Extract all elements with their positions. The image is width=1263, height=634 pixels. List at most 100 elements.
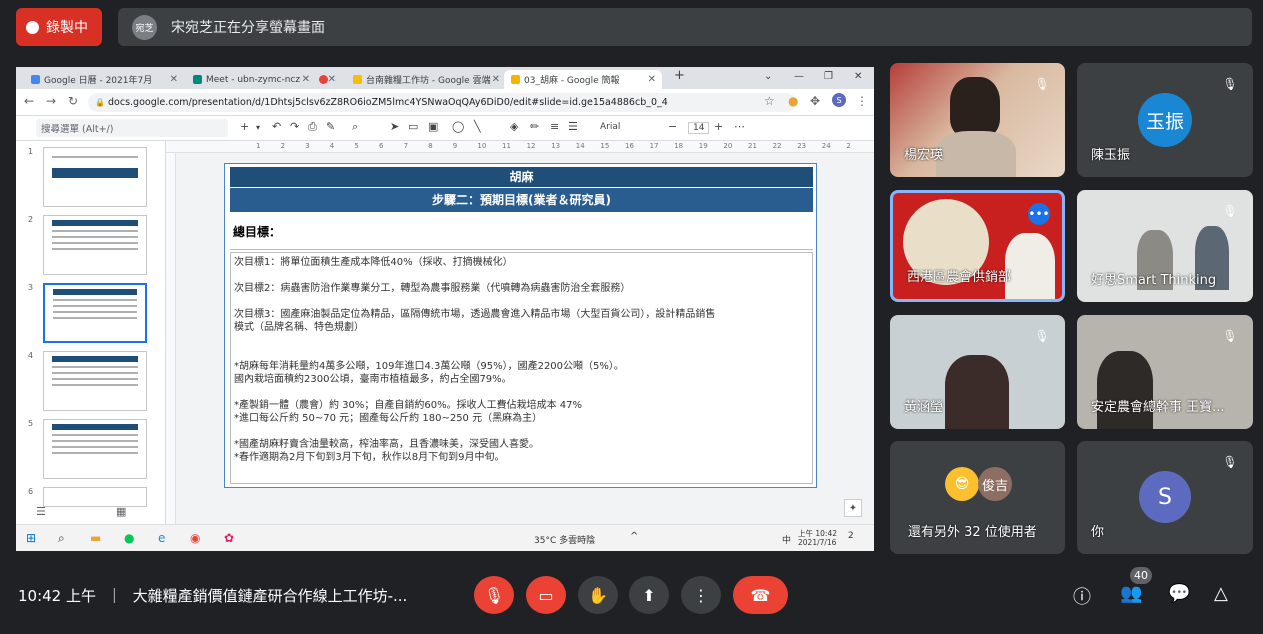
goal-heading[interactable]: 總目標： [230, 216, 813, 250]
forward-icon[interactable]: → [46, 94, 56, 108]
participant-tile[interactable]: 玉振 🎙 陳玉振 [1077, 63, 1253, 177]
filmstrip-view-icon[interactable]: ▦ [116, 505, 126, 518]
participant-tile[interactable]: 🎙 安定農會總幹事 王寶... [1077, 315, 1253, 429]
redo-icon[interactable]: ↷ [290, 120, 299, 133]
zoom-icon[interactable]: ⌕ [352, 120, 358, 134]
slide-subtitle[interactable]: 步驟二：預期目標(業者＆研究員) [230, 188, 813, 212]
new-tab-icon[interactable]: + [674, 68, 685, 83]
windows-taskbar: ⊞ ⌕ ▬ ● e ◉ ✿ 35°C 多雲時陰 ^ 中 上午 10:42 202… [16, 524, 874, 551]
slide-thumbnail[interactable] [43, 487, 147, 507]
grid-view-icon[interactable]: ☰ [36, 505, 46, 518]
reload-icon[interactable]: ↻ [68, 94, 78, 108]
slide[interactable]: 胡麻 步驟二：預期目標(業者＆研究員) 總目標： 次目標1：將單位面積生產成本降… [224, 163, 817, 488]
font-size-increase-icon[interactable]: + [714, 120, 723, 133]
border-dash-icon[interactable]: ☰ [568, 120, 578, 133]
weather-text[interactable]: 35°C 多雲時陰 [534, 533, 595, 546]
ruler-mark: 13 [551, 142, 561, 150]
ruler-mark: 23 [797, 142, 807, 150]
slide-title[interactable]: 胡麻 [230, 167, 813, 187]
browser-tab[interactable]: Google 日曆 - 2021年7月 ✕ [24, 70, 184, 89]
file-explorer-icon[interactable]: ▬ [90, 531, 101, 545]
line-app-icon[interactable]: ● [124, 531, 134, 545]
extension-icon[interactable]: ● [788, 94, 798, 108]
font-size-input[interactable]: 14 [688, 122, 710, 134]
ie-icon[interactable]: e [158, 531, 165, 545]
activities-icon[interactable]: △ [1214, 583, 1228, 604]
info-icon[interactable]: ⓘ [1073, 583, 1091, 609]
participant-tile[interactable]: 🎙 楊宏瑛 [890, 63, 1065, 177]
profile-avatar[interactable]: S [832, 93, 846, 107]
restore-icon[interactable]: ❐ [824, 71, 833, 82]
raise-hand-button[interactable]: ✋ [578, 576, 618, 614]
browser-tab[interactable]: Meet - ubn-zymc-ncz ✕ [186, 70, 316, 89]
browser-tab[interactable]: ✕ [312, 70, 342, 89]
participant-name: 陳玉振 [1091, 148, 1131, 163]
ime-indicator[interactable]: 中 [782, 533, 791, 546]
select-icon[interactable]: ➤ [390, 120, 399, 133]
url-input[interactable]: 🔒 docs.google.com/presentation/d/1Dhtsj5… [88, 93, 796, 112]
search-icon[interactable]: ⌕ [58, 531, 65, 546]
people-icon[interactable]: 👥 [1120, 583, 1142, 604]
slide-thumbnail[interactable] [43, 351, 147, 411]
thumbnail-number: 6 [28, 487, 34, 496]
camera-toggle-button[interactable]: ▭ [526, 576, 566, 614]
slide-thumbnail[interactable] [43, 215, 147, 275]
font-size-decrease-icon[interactable]: − [668, 120, 677, 133]
present-button[interactable]: ⬆ [629, 576, 669, 614]
ruler-mark: 18 [674, 142, 684, 150]
participant-tile-active-speaker[interactable]: ••• 西港區農會供銷部 [890, 190, 1065, 302]
slide-thumbnail[interactable] [43, 147, 147, 207]
separator: ｜ [106, 587, 122, 605]
windows-start-icon[interactable]: ⊞ [26, 531, 36, 545]
participant-tile[interactable]: 🎙 黃涵瑩 [890, 315, 1065, 429]
leave-call-button[interactable]: ☎ [733, 576, 788, 614]
back-icon[interactable]: ← [24, 94, 34, 108]
puzzle-icon[interactable]: ✥ [810, 94, 820, 108]
menu-search-input[interactable]: 搜尋選單 (Alt+/) [36, 119, 228, 137]
chevron-down-icon[interactable]: ⌄ [764, 71, 772, 82]
image-icon[interactable]: ▣ [428, 120, 438, 133]
window-close-icon[interactable]: ✕ [854, 71, 862, 82]
border-weight-icon[interactable]: ≡ [550, 120, 559, 133]
text-box-icon[interactable]: ▭ [408, 120, 418, 133]
line-icon[interactable]: ╲ [474, 120, 481, 133]
slide-thumbnail[interactable] [43, 419, 147, 479]
print-icon[interactable]: ⎙ [308, 120, 317, 134]
close-icon[interactable]: ✕ [328, 74, 336, 85]
slide-thumbnail-selected[interactable] [43, 283, 147, 343]
close-icon[interactable]: ✕ [302, 74, 310, 85]
more-options-button[interactable]: ⋮ [681, 576, 721, 614]
add-icon[interactable]: + [240, 120, 249, 133]
notification-badge[interactable]: 2 [848, 531, 854, 541]
border-color-icon[interactable]: ✏ [530, 120, 539, 133]
more-options-icon[interactable]: ⋯ [734, 120, 745, 133]
chrome-icon[interactable]: ◉ [190, 531, 200, 545]
self-tile[interactable]: S 🎙 你 [1077, 441, 1253, 554]
slide-body-textbox[interactable]: 次目標1：將單位面積生產成本降低40%（採收、打摘機械化） 次目標2：病蟲害防治… [230, 252, 813, 484]
star-icon[interactable]: ☆ [764, 94, 775, 108]
close-icon[interactable]: ✕ [170, 74, 178, 85]
ruler-mark: 7 [403, 142, 409, 150]
undo-icon[interactable]: ↶ [272, 120, 281, 133]
fill-color-icon[interactable]: ◈ [510, 120, 518, 133]
browser-tab-active[interactable]: 03_胡麻 - Google 簡報 ✕ [504, 70, 662, 89]
paint-format-icon[interactable]: ✎ [326, 120, 335, 133]
participant-tile[interactable]: 🎙 好思Smart Thinking [1077, 190, 1253, 302]
chevron-down-icon[interactable]: ▾ [256, 123, 260, 132]
explore-icon[interactable]: ✦ [844, 499, 862, 517]
minimize-icon[interactable]: — [794, 71, 804, 82]
browser-tab[interactable]: 台南雜糧工作坊 - Google 雲端 ✕ [346, 70, 506, 89]
close-icon[interactable]: ✕ [492, 74, 500, 85]
mic-toggle-button[interactable]: 🎙 [474, 576, 514, 614]
ruler-mark: 10 [477, 142, 487, 150]
chevron-up-icon[interactable]: ^ [630, 531, 638, 542]
close-icon[interactable]: ✕ [648, 74, 656, 85]
ruler-mark: 17 [649, 142, 659, 150]
others-tile[interactable]: 😎 俊吉 還有另外 32 位使用者 [890, 441, 1065, 554]
app-icon[interactable]: ✿ [224, 531, 234, 545]
font-select[interactable]: Arial [600, 122, 620, 132]
chat-icon[interactable]: 💬 [1168, 583, 1190, 604]
kebab-menu-icon[interactable]: ⋮ [856, 94, 868, 108]
shape-icon[interactable]: ◯ [452, 120, 464, 133]
more-options-icon[interactable]: ••• [1028, 203, 1050, 225]
